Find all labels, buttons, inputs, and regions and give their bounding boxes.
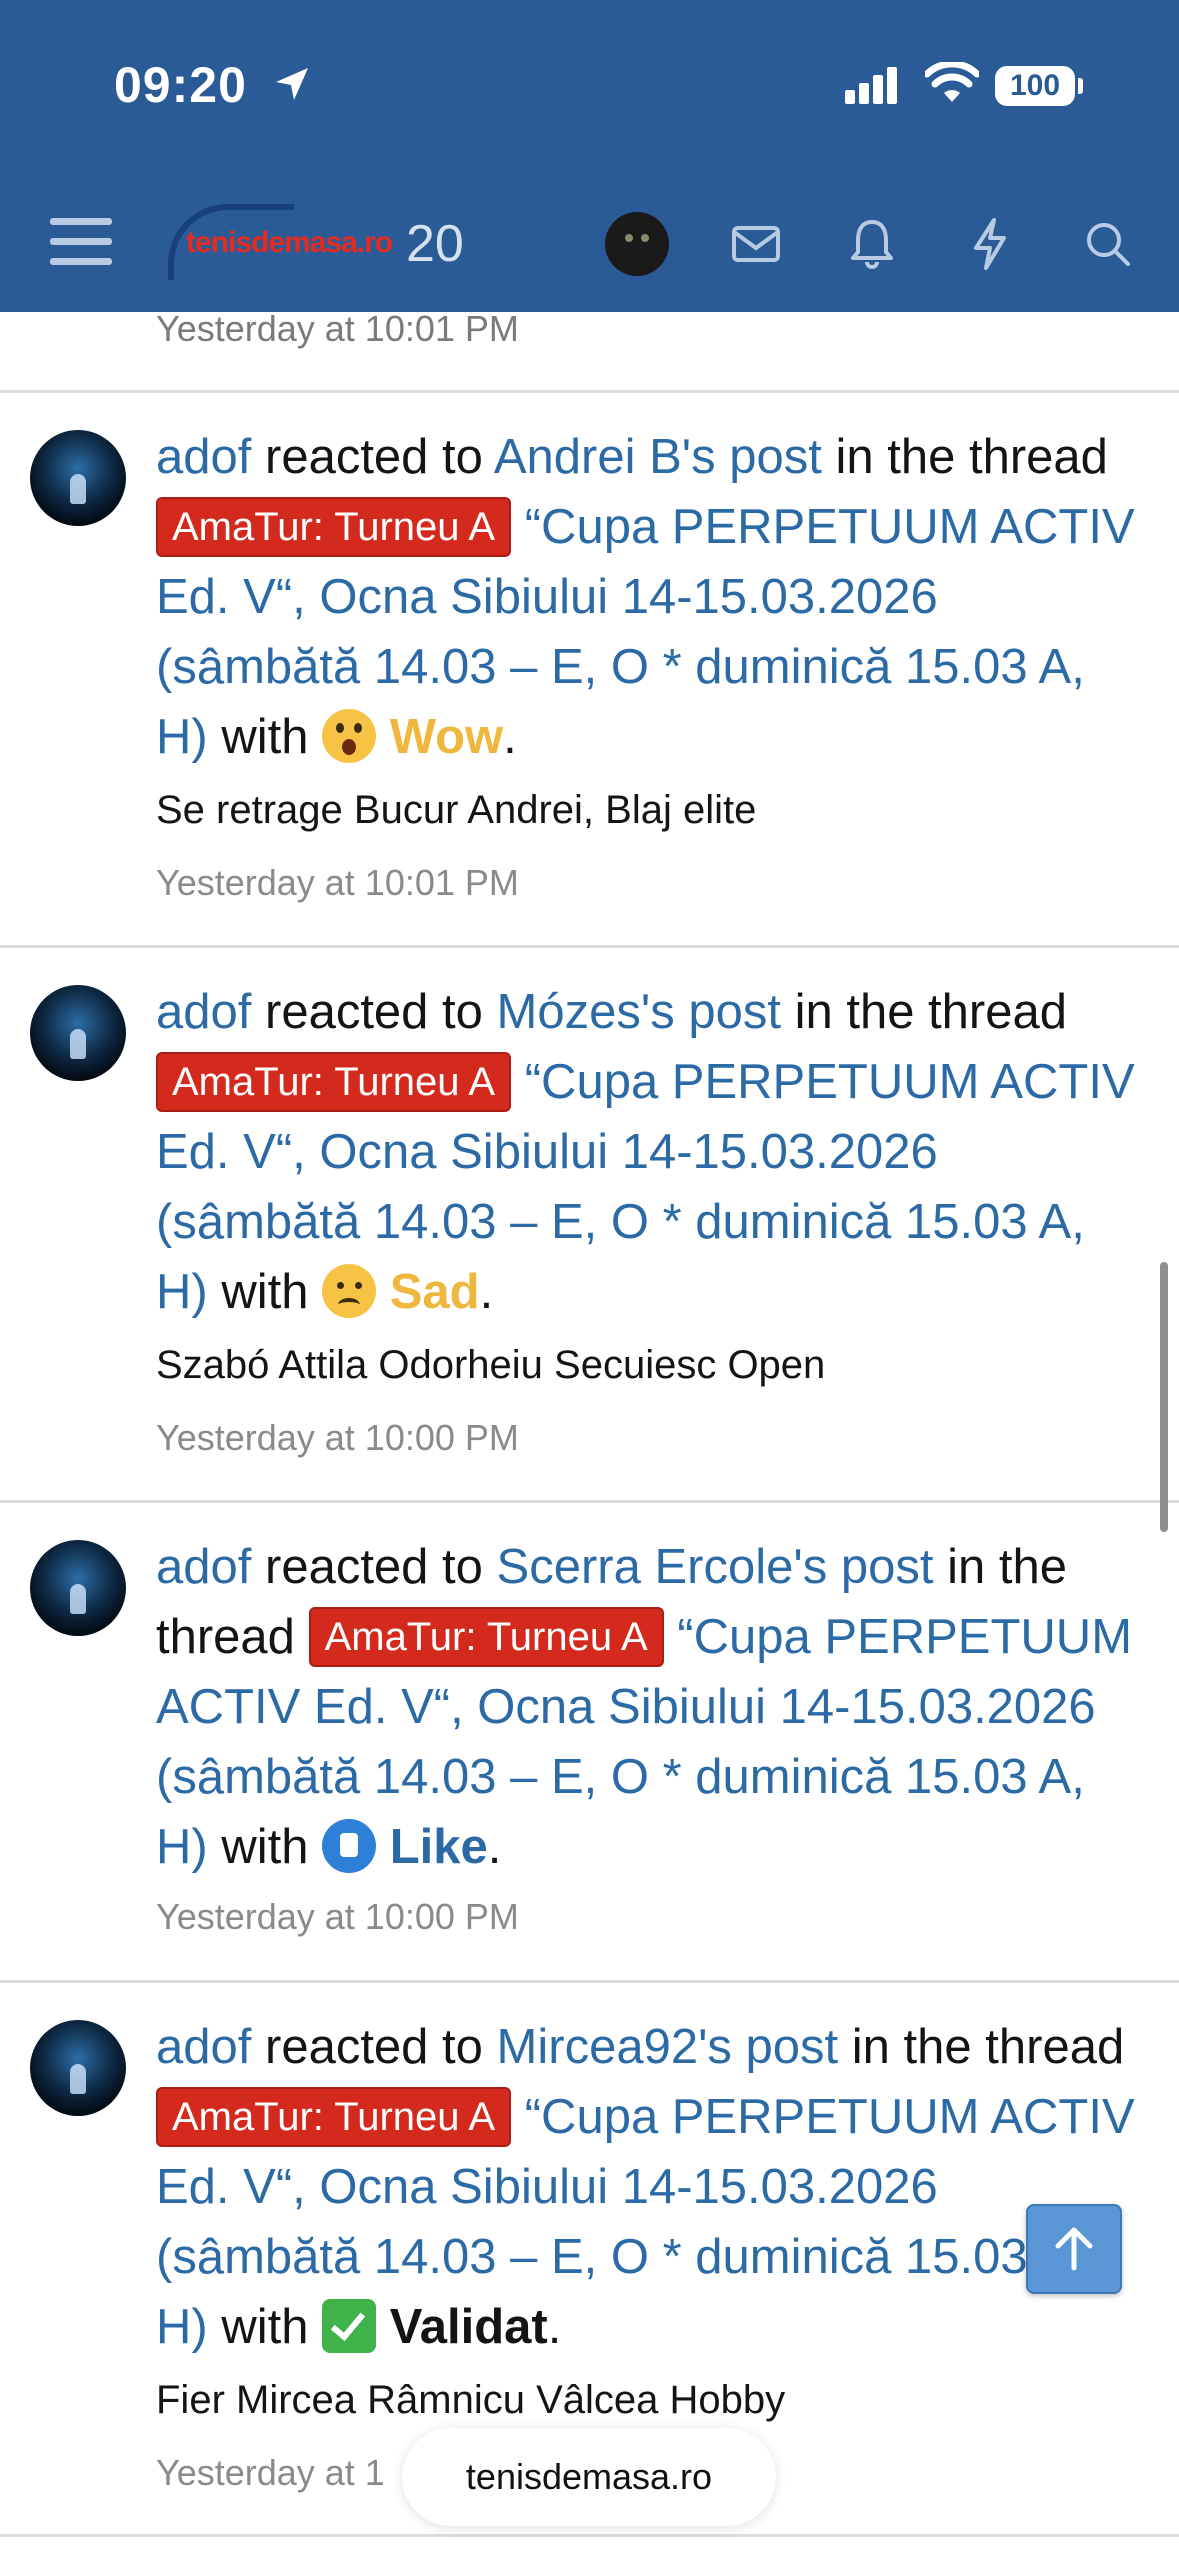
alert-text: adof reacted to Andrei B's post in the t… bbox=[156, 430, 1135, 764]
user-link[interactable]: adof bbox=[156, 985, 251, 1039]
post-snippet: Se retrage Bucur Andrei, Blaj elite bbox=[156, 788, 757, 832]
cellular-signal-icon bbox=[845, 67, 897, 104]
top-header: 09:20 100 tenisdemasa.ro 20 bbox=[0, 0, 1179, 312]
checkmark-icon bbox=[322, 2299, 377, 2353]
wow-emoji-icon bbox=[322, 709, 377, 763]
avatar[interactable] bbox=[30, 2020, 126, 2116]
search-icon[interactable] bbox=[1080, 214, 1136, 274]
timestamp: Yesterday at 10:01 PM bbox=[156, 862, 519, 903]
divider bbox=[0, 2534, 1179, 2537]
alert-text: adof reacted to Mózes's post in the thre… bbox=[156, 985, 1135, 1319]
thread-prefix-badge: AmaTur: Turneu A bbox=[156, 497, 512, 557]
timestamp: Yesterday at 10:00 PM bbox=[156, 1417, 519, 1458]
thumbs-up-icon bbox=[322, 1819, 377, 1873]
timestamp: Yesterday at 10:01 PM bbox=[156, 308, 519, 349]
post-link[interactable]: Andrei B's post bbox=[494, 430, 822, 484]
post-link[interactable]: Scerra Ercole's post bbox=[497, 1540, 934, 1594]
bell-icon[interactable] bbox=[848, 214, 896, 274]
wifi-icon bbox=[925, 62, 979, 102]
battery-indicator: 100 bbox=[995, 66, 1075, 106]
location-arrow-icon bbox=[276, 68, 308, 100]
battery-nub bbox=[1078, 78, 1083, 94]
scrollbar[interactable] bbox=[1160, 1262, 1168, 1532]
browser-url-bar[interactable]: tenisdemasa.ro bbox=[402, 2428, 776, 2526]
user-link[interactable]: adof bbox=[156, 430, 251, 484]
alert-text: adof reacted to Scerra Ercole's post in … bbox=[156, 1540, 1133, 1874]
thread-prefix-badge: AmaTur: Turneu A bbox=[156, 1052, 512, 1112]
thread-prefix-badge: AmaTur: Turneu A bbox=[156, 2087, 512, 2147]
reaction-label: Wow bbox=[389, 710, 504, 764]
post-link[interactable]: Mózes's post bbox=[497, 985, 781, 1039]
logo-text: tenisdemasa.ro bbox=[186, 226, 393, 259]
arrow-up-icon bbox=[1055, 2227, 1093, 2271]
post-snippet: Fier Mircea Râmnicu Vâlcea Hobby bbox=[156, 2378, 786, 2422]
logo-number: 20 bbox=[406, 215, 464, 273]
avatar[interactable] bbox=[30, 985, 126, 1081]
reaction-label: Like bbox=[389, 1820, 488, 1874]
divider bbox=[0, 1500, 1179, 1503]
inbox-icon[interactable] bbox=[728, 214, 784, 274]
user-link[interactable]: adof bbox=[156, 1540, 251, 1594]
post-snippet: Szabó Attila Odorheiu Secuiesc Open bbox=[156, 1343, 826, 1387]
lightning-icon[interactable] bbox=[966, 214, 1014, 274]
reaction-label: Validat bbox=[389, 2300, 548, 2354]
divider bbox=[0, 1980, 1179, 1983]
user-link[interactable]: adof bbox=[156, 2020, 251, 2074]
thread-prefix-badge: AmaTur: Turneu A bbox=[308, 1607, 664, 1667]
scroll-to-top-button[interactable] bbox=[1026, 2204, 1122, 2294]
divider bbox=[0, 945, 1179, 948]
post-link[interactable]: Mircea92's post bbox=[497, 2020, 839, 2074]
divider bbox=[0, 390, 1179, 393]
status-time: 09:20 bbox=[114, 57, 247, 113]
hamburger-menu-button[interactable] bbox=[50, 218, 112, 278]
avatar[interactable] bbox=[30, 430, 126, 526]
alert-text: adof reacted to Mircea92's post in the t… bbox=[156, 2020, 1135, 2354]
avatar[interactable] bbox=[30, 1540, 126, 1636]
site-logo[interactable]: tenisdemasa.ro 20 bbox=[168, 198, 478, 288]
sad-emoji-icon bbox=[322, 1264, 377, 1318]
reaction-label: Sad bbox=[389, 1265, 480, 1319]
user-avatar[interactable] bbox=[605, 212, 669, 276]
timestamp: Yesterday at 1 bbox=[156, 2452, 385, 2493]
timestamp: Yesterday at 10:00 PM bbox=[156, 1896, 519, 1937]
